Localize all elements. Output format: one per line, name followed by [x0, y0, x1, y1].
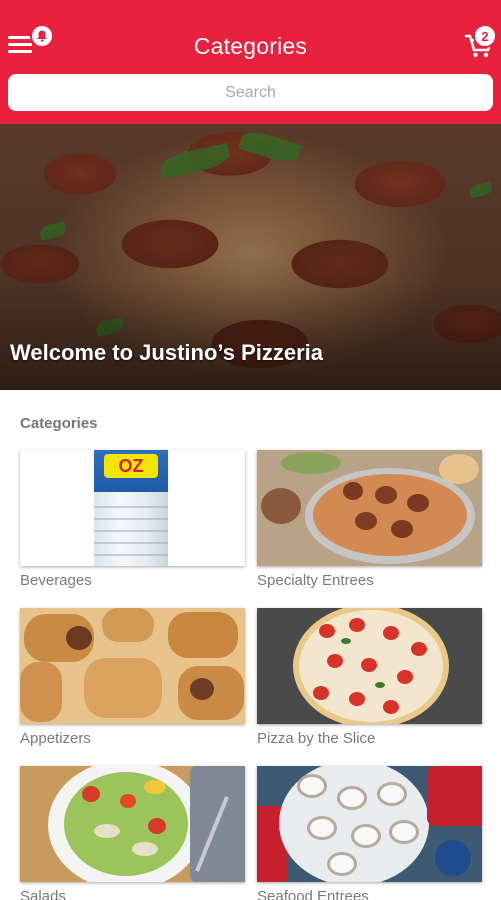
category-image	[257, 450, 482, 566]
category-image	[257, 608, 482, 724]
category-label: Specialty Entrees	[257, 572, 374, 589]
category-image	[20, 608, 245, 724]
category-image	[257, 766, 482, 882]
cart-count-badge: 2	[473, 24, 497, 48]
category-image	[20, 766, 245, 882]
category-label: Seafood Entrees	[257, 888, 369, 900]
category-image: OZ	[20, 450, 245, 566]
hero-banner: Welcome to Justino’s Pizzeria	[0, 124, 501, 390]
category-label: Beverages	[20, 572, 92, 589]
water-bottle-image: OZ	[94, 450, 168, 566]
search-input[interactable]	[8, 74, 493, 111]
category-label: Pizza by the Slice	[257, 730, 376, 747]
welcome-heading: Welcome to Justino’s Pizzeria	[10, 340, 323, 365]
category-label: Appetizers	[20, 730, 91, 747]
page-title: Categories	[193, 33, 308, 59]
category-label: Salads	[20, 888, 66, 900]
categories-heading: Categories	[20, 415, 98, 432]
top-app-bar: Categories 2	[0, 0, 501, 124]
